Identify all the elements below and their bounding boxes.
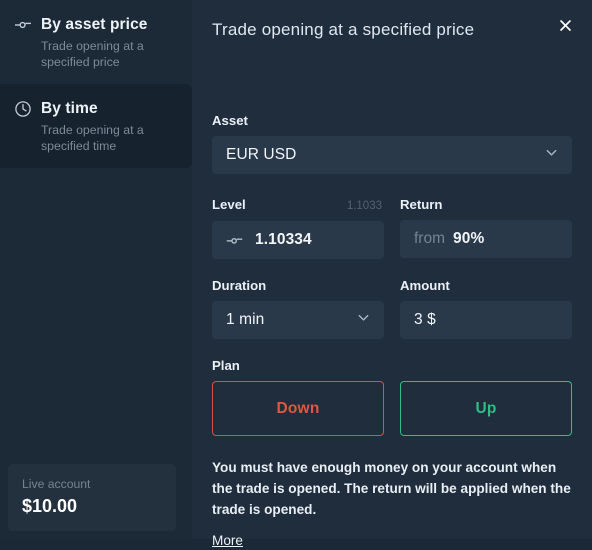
level-return-row: Level 1.1033 1.10334 Return from 90% — [212, 196, 572, 259]
amount-input[interactable]: 3 $ — [400, 301, 572, 339]
disclaimer-text: You must have enough money on your accou… — [212, 460, 571, 517]
level-label: Level — [212, 197, 246, 212]
plan-down-button[interactable]: Down — [212, 381, 384, 436]
duration-value: 1 min — [226, 311, 265, 328]
sidebar-item-by-time[interactable]: By time Trade opening at a specified tim… — [0, 84, 192, 168]
sidebar-item-subtitle: Trade opening at a specified price — [41, 39, 144, 69]
sidebar-item-title: By asset price — [41, 16, 148, 33]
level-line-icon — [14, 16, 32, 34]
return-value-box: from 90% — [400, 220, 572, 258]
account-label: Live account — [22, 477, 91, 491]
duration-label: Duration — [212, 278, 267, 293]
return-prefix: from — [414, 230, 445, 247]
asset-value: EUR USD — [226, 146, 297, 163]
main-panel: Trade opening at a specified price Asset… — [192, 0, 592, 548]
sidebar-item-subtitle: Trade opening at a specified time — [41, 123, 144, 153]
plan-field-group: Plan Down Up — [212, 357, 572, 436]
close-icon[interactable] — [554, 14, 576, 36]
return-label-line: Return — [400, 196, 572, 213]
level-input[interactable]: 1.10334 — [212, 221, 384, 259]
return-value: 90% — [453, 230, 485, 247]
trade-dialog: By asset price Trade opening at a specif… — [0, 0, 592, 548]
asset-label: Asset — [212, 113, 248, 128]
plan-buttons: Down Up — [212, 381, 572, 436]
live-account-box[interactable]: Live account $10.00 — [8, 464, 176, 531]
sidebar-item-title: By time — [41, 100, 98, 117]
chevron-down-icon — [544, 145, 559, 165]
level-line-icon — [226, 232, 243, 249]
level-field-group: Level 1.1033 1.10334 — [212, 196, 384, 259]
plan-up-button[interactable]: Up — [400, 381, 572, 436]
sidebar-item-header: By asset price — [14, 16, 174, 34]
level-label-line: Level 1.1033 — [212, 196, 384, 214]
amount-label: Amount — [400, 278, 450, 293]
level-current-price-hint: 1.1033 — [346, 200, 382, 212]
chevron-down-icon — [356, 310, 371, 330]
sidebar: By asset price Trade opening at a specif… — [0, 0, 192, 539]
level-value: 1.10334 — [255, 231, 312, 248]
page-title: Trade opening at a specified price — [212, 20, 475, 39]
clock-icon — [14, 100, 32, 118]
plan-label: Plan — [212, 358, 240, 373]
asset-select[interactable]: EUR USD — [212, 136, 572, 174]
sidebar-item-by-asset-price[interactable]: By asset price Trade opening at a specif… — [0, 0, 192, 84]
more-link[interactable]: More — [212, 533, 243, 548]
duration-amount-row: Duration 1 min Amount 3 $ — [212, 277, 572, 339]
return-field-group: Return from 90% — [400, 196, 572, 259]
account-balance: $10.00 — [22, 496, 78, 516]
duration-field-group: Duration 1 min — [212, 277, 384, 339]
amount-value: 3 $ — [414, 311, 436, 328]
trade-form: Asset EUR USD Level 1.1033 1.10334 Retur… — [212, 112, 572, 550]
amount-field-group: Amount 3 $ — [400, 277, 572, 339]
sidebar-item-header: By time — [14, 100, 174, 118]
return-label: Return — [400, 197, 443, 212]
duration-select[interactable]: 1 min — [212, 301, 384, 339]
asset-field-group: Asset EUR USD — [212, 112, 572, 174]
